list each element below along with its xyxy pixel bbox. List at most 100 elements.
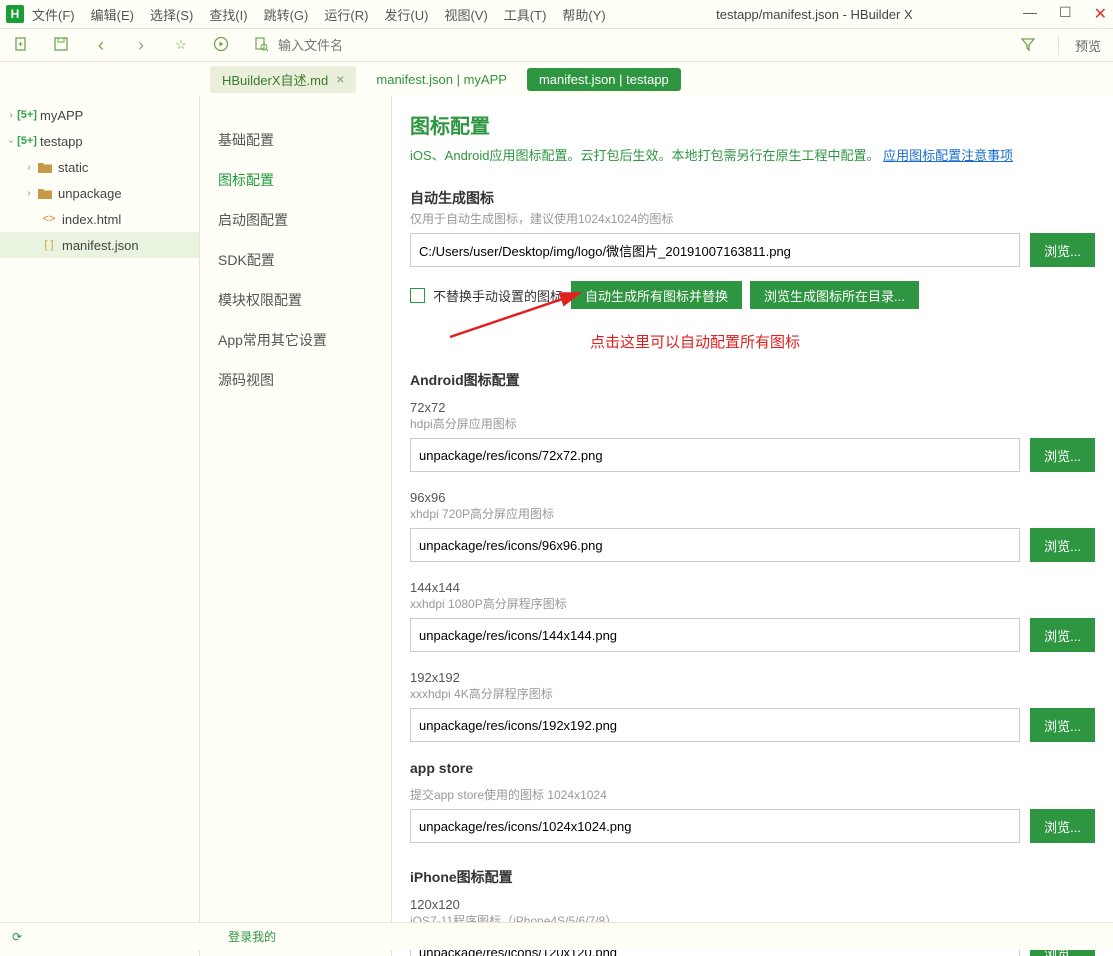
menu-file[interactable]: 文件(F) <box>32 5 75 24</box>
file-explorer: › [5+] myAPP › [5+] testapp › static › u… <box>0 96 200 956</box>
new-file-icon[interactable] <box>12 36 30 55</box>
menu-tools[interactable]: 工具(T) <box>504 5 547 24</box>
main-menu: 文件(F) 编辑(E) 选择(S) 查找(I) 跳转(G) 运行(R) 发行(U… <box>32 5 606 24</box>
minimize-icon[interactable]: — <box>1023 4 1037 24</box>
editor-tabs: HBuilderX自述.md× manifest.json | myAPP ma… <box>200 62 1113 96</box>
browse-button[interactable]: 浏览... <box>1030 438 1095 472</box>
chevron-right-icon: › <box>22 188 36 199</box>
close-tab-icon[interactable]: × <box>336 71 344 87</box>
menu-find[interactable]: 查找(I) <box>209 5 247 24</box>
toolbar: ‹ › ☆ 预览 <box>0 28 1113 62</box>
annotation-text: 点击这里可以自动配置所有图标 <box>590 331 1095 352</box>
main-layout: › [5+] myAPP › [5+] testapp › static › u… <box>0 96 1113 956</box>
preview-button[interactable]: 预览 <box>1058 36 1101 55</box>
browse-button[interactable]: 浏览... <box>1030 528 1095 562</box>
filter-icon[interactable] <box>1020 36 1036 55</box>
run-icon[interactable] <box>212 36 230 55</box>
chevron-right-icon: › <box>4 110 18 121</box>
nav-module[interactable]: 模块权限配置 <box>200 280 391 320</box>
manifest-content[interactable]: 图标配置 iOS、Android应用图标配置。云打包后生效。本地打包需另行在原生… <box>392 96 1113 956</box>
manifest-section-nav: 基础配置 图标配置 启动图配置 SDK配置 模块权限配置 App常用其它设置 源… <box>200 96 392 956</box>
file-search-input[interactable] <box>278 38 478 53</box>
locate-file-icon[interactable] <box>252 36 270 55</box>
nav-sdk[interactable]: SDK配置 <box>200 240 391 280</box>
no-replace-checkbox[interactable] <box>410 288 425 303</box>
auto-gen-path-input[interactable] <box>410 233 1020 267</box>
icon-help: hdpi高分屏应用图标 <box>410 415 1095 432</box>
nav-icon[interactable]: 图标配置 <box>200 160 391 200</box>
nav-basic[interactable]: 基础配置 <box>200 120 391 160</box>
project-testapp[interactable]: › [5+] testapp <box>0 128 199 154</box>
open-output-dir-button[interactable]: 浏览生成图标所在目录... <box>750 281 919 309</box>
page-title: 图标配置 <box>410 110 1095 139</box>
nav-launch[interactable]: 启动图配置 <box>200 200 391 240</box>
maximize-icon[interactable]: ☐ <box>1059 4 1072 24</box>
back-icon[interactable]: ‹ <box>92 35 110 56</box>
project-icon: [5+] <box>18 134 36 148</box>
project-icon: [5+] <box>18 108 36 122</box>
icon-144-input[interactable] <box>410 618 1020 652</box>
forward-icon[interactable]: › <box>132 35 150 56</box>
browse-button[interactable]: 浏览... <box>1030 809 1095 843</box>
chevron-right-icon: › <box>22 162 36 173</box>
auto-gen-title: 自动生成图标 <box>410 188 1095 208</box>
size-label: 72x72 <box>410 400 1095 415</box>
size-label: 144x144 <box>410 580 1095 595</box>
json-file-icon: [ ] <box>40 238 58 252</box>
page-subtitle: iOS、Android应用图标配置。云打包后生效。本地打包需另行在原生工程中配置… <box>410 145 1095 164</box>
save-icon[interactable] <box>52 36 70 55</box>
close-icon[interactable]: ✕ <box>1094 4 1107 24</box>
auto-gen-help: 仅用于自动生成图标，建议使用1024x1024的图标 <box>410 210 1095 227</box>
size-label: 120x120 <box>410 897 1095 912</box>
menu-select[interactable]: 选择(S) <box>150 5 193 24</box>
status-login[interactable]: 登录我的 <box>228 928 276 945</box>
icon-72-input[interactable] <box>410 438 1020 472</box>
folder-icon <box>36 186 54 200</box>
iphone-icons-heading: iPhone图标配置 <box>410 867 1095 887</box>
annotation-arrow-icon <box>440 287 600 343</box>
folder-unpackage[interactable]: › unpackage <box>0 180 199 206</box>
browse-button[interactable]: 浏览... <box>1030 618 1095 652</box>
browse-button[interactable]: 浏览... <box>1030 708 1095 742</box>
folder-icon <box>36 160 54 174</box>
html-file-icon: <> <box>40 212 58 226</box>
tab-readme[interactable]: HBuilderX自述.md× <box>210 66 356 93</box>
titlebar: H 文件(F) 编辑(E) 选择(S) 查找(I) 跳转(G) 运行(R) 发行… <box>0 0 1113 28</box>
project-myapp[interactable]: › [5+] myAPP <box>0 102 199 128</box>
tab-manifest-testapp[interactable]: manifest.json | testapp <box>527 68 681 91</box>
icon-appstore-input[interactable] <box>410 809 1020 843</box>
icon-help: xxhdpi 1080P高分屏程序图标 <box>410 595 1095 612</box>
window-controls: — ☐ ✕ <box>1023 4 1107 24</box>
menu-view[interactable]: 视图(V) <box>444 5 487 24</box>
file-manifest-json[interactable]: [ ] manifest.json <box>0 232 199 258</box>
folder-static[interactable]: › static <box>0 154 199 180</box>
menu-goto[interactable]: 跳转(G) <box>264 5 309 24</box>
app-logo-icon: H <box>6 5 24 23</box>
tree-label: manifest.json <box>62 238 139 253</box>
tree-label: testapp <box>40 134 83 149</box>
star-icon[interactable]: ☆ <box>172 37 190 53</box>
browse-button[interactable]: 浏览... <box>1030 233 1095 267</box>
status-bar: ⟳ 登录我的 <box>0 922 1113 950</box>
menu-edit[interactable]: 编辑(E) <box>91 5 134 24</box>
menu-help[interactable]: 帮助(Y) <box>562 5 605 24</box>
window-title: testapp/manifest.json - HBuilder X <box>606 7 1023 22</box>
tab-manifest-myapp[interactable]: manifest.json | myAPP <box>364 68 519 91</box>
tree-label: index.html <box>62 212 121 227</box>
menu-run[interactable]: 运行(R) <box>324 5 368 24</box>
menu-publish[interactable]: 发行(U) <box>384 5 428 24</box>
subtitle-text: iOS、Android应用图标配置。云打包后生效。本地打包需另行在原生工程中配置… <box>410 148 879 163</box>
nav-app-other[interactable]: App常用其它设置 <box>200 320 391 360</box>
icon-96-input[interactable] <box>410 528 1020 562</box>
icon-help: xhdpi 720P高分屏应用图标 <box>410 505 1095 522</box>
size-label: 96x96 <box>410 490 1095 505</box>
icon-192-input[interactable] <box>410 708 1020 742</box>
android-icons-heading: Android图标配置 <box>410 370 1095 390</box>
file-index-html[interactable]: <> index.html <box>0 206 199 232</box>
sync-icon[interactable]: ⟳ <box>12 930 22 944</box>
appstore-help: 提交app store使用的图标 1024x1024 <box>410 786 1095 803</box>
chevron-down-icon: › <box>6 134 17 148</box>
nav-source[interactable]: 源码视图 <box>200 360 391 400</box>
icon-config-notice-link[interactable]: 应用图标配置注意事项 <box>883 148 1013 163</box>
tree-label: myAPP <box>40 108 83 123</box>
